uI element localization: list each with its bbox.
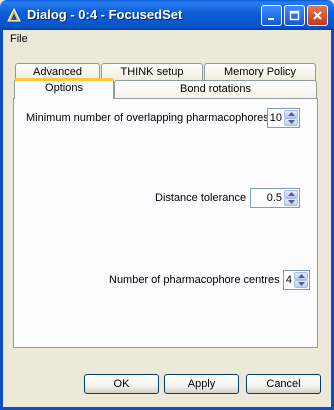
window-frame-left (0, 30, 3, 410)
title-bar[interactable]: Dialog - 0:4 - FocusedSet (0, 0, 334, 30)
spin-down-button[interactable] (294, 280, 308, 288)
close-button[interactable] (307, 5, 328, 26)
overlap-spinner[interactable]: 10 (267, 108, 300, 128)
minimize-button[interactable] (261, 5, 282, 26)
spin-down-button[interactable] (284, 118, 298, 126)
options-panel: Minimum number of overlapping pharmacoph… (13, 98, 318, 348)
arrow-up-icon (287, 112, 295, 116)
ok-button[interactable]: OK (84, 374, 159, 394)
menu-bar: File (3, 30, 331, 49)
spin-up-button[interactable] (294, 272, 308, 280)
cancel-button[interactable]: Cancel (246, 374, 321, 394)
spin-down-button[interactable] (284, 198, 298, 206)
spin-up-button[interactable] (284, 190, 298, 198)
overlap-value: 10 (269, 112, 282, 124)
arrow-up-icon (287, 192, 295, 196)
spin-up-button[interactable] (284, 110, 298, 118)
tab-bond-rotations[interactable]: Bond rotations (114, 80, 317, 100)
centres-spinner[interactable]: 4 (283, 270, 310, 290)
apply-button[interactable]: Apply (164, 374, 239, 394)
tolerance-label: Distance tolerance (155, 192, 247, 204)
tab-options[interactable]: Options (14, 78, 114, 99)
close-icon (313, 11, 322, 20)
window-title: Dialog - 0:4 - FocusedSet (27, 7, 183, 22)
overlap-label: Minimum number of overlapping pharmacoph… (26, 112, 269, 124)
arrow-down-icon (297, 282, 305, 286)
maximize-button[interactable] (284, 5, 305, 26)
maximize-icon (289, 10, 300, 21)
centres-label: Number of pharmacophore centres (109, 274, 280, 286)
app-icon (7, 8, 21, 22)
arrow-down-icon (287, 120, 295, 124)
tolerance-value: 0.5 (266, 192, 282, 204)
centres-value: 4 (285, 274, 292, 286)
tolerance-spinner[interactable]: 0.5 (250, 188, 300, 208)
arrow-up-icon (297, 274, 305, 278)
arrow-down-icon (287, 200, 295, 204)
minimize-icon (268, 18, 274, 20)
menu-file[interactable]: File (10, 33, 28, 45)
